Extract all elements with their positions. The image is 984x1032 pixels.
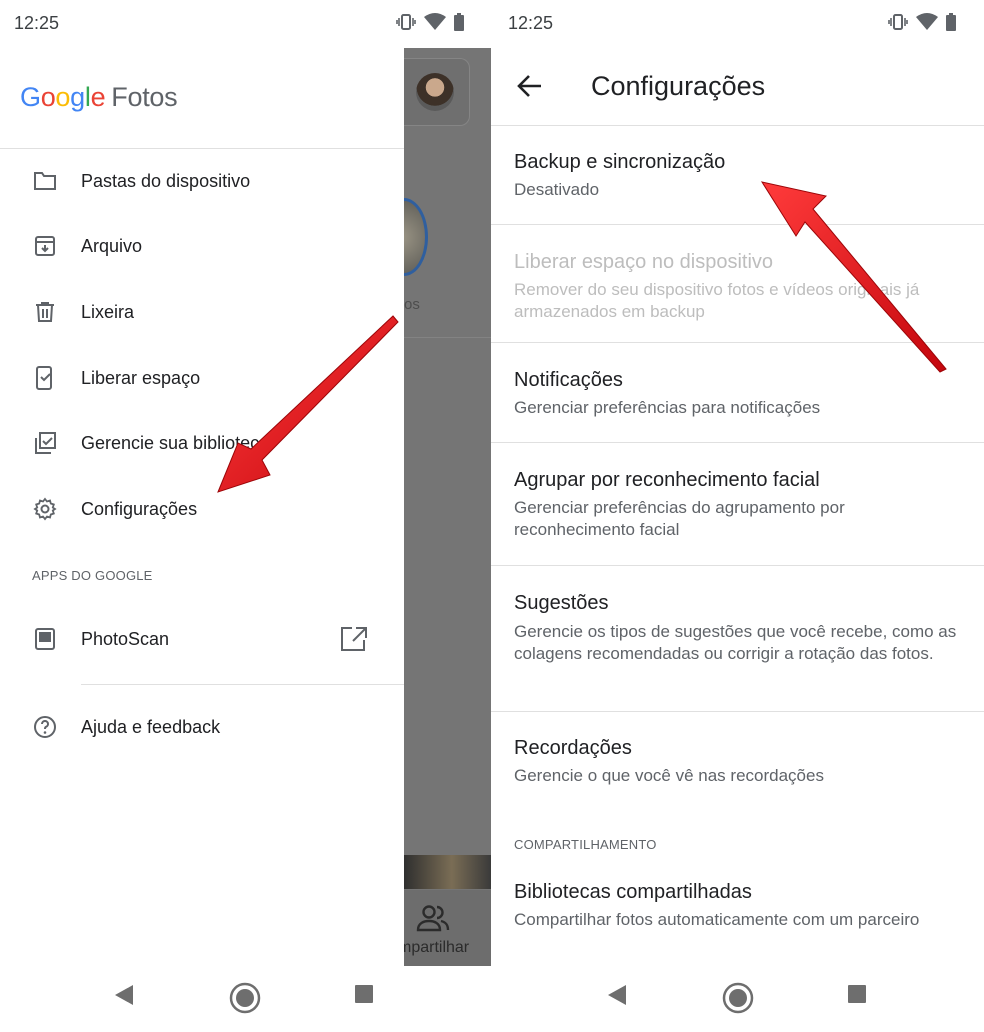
menu-item-archive[interactable]: Arquivo — [0, 220, 404, 272]
background-app-scrim[interactable]: os mpartilhar — [380, 0, 491, 1032]
navigation-drawer: Google Fotos Pastas do dispositivo Arqui… — [0, 48, 404, 966]
archive-icon — [32, 233, 58, 259]
bottom-nav-share[interactable]: mpartilhar — [398, 890, 491, 966]
setting-memories[interactable]: Recordações Gerencie o que você vê nas r… — [491, 712, 984, 812]
setting-backup-sync[interactable]: Backup e sincronização Desativado — [491, 127, 984, 225]
section-apps-google: APPS DO GOOGLE — [32, 568, 153, 583]
left-phone-screen: os mpartilhar 12:25 G o o g l e Fotos Pa… — [0, 0, 491, 1032]
system-nav-bar — [491, 966, 984, 1032]
status-icons — [888, 12, 956, 32]
drawer-divider-2 — [81, 684, 404, 685]
menu-item-settings[interactable]: Configurações — [0, 483, 404, 535]
trash-icon — [32, 299, 58, 325]
photoscan-icon — [32, 626, 58, 652]
free-space-icon — [32, 365, 58, 391]
status-time: 12:25 — [14, 13, 60, 33]
setting-face-grouping[interactable]: Agrupar por reconhecimento facial Gerenc… — [491, 443, 984, 566]
status-bar: 12:25 — [0, 0, 404, 48]
section-sharing: COMPARTILHAMENTO — [514, 837, 657, 852]
gear-icon — [32, 496, 58, 522]
nav-recents-icon[interactable] — [847, 984, 867, 1004]
people-icon — [416, 905, 450, 932]
open-external-icon — [341, 627, 367, 651]
account-button[interactable] — [404, 58, 470, 126]
nav-home-icon[interactable] — [229, 982, 261, 1014]
wifi-icon — [916, 13, 938, 30]
status-time: 12:25 — [508, 13, 554, 33]
menu-item-help[interactable]: Ajuda e feedback — [0, 701, 404, 753]
share-tab-label: mpartilhar — [398, 939, 470, 956]
setting-suggestions[interactable]: Sugestões Gerencie os tipos de sugestões… — [491, 566, 984, 712]
drawer-divider — [0, 148, 404, 149]
right-phone-screen: 12:25 Configurações Backup e sincronizaç… — [491, 0, 984, 1032]
back-arrow-icon[interactable] — [517, 74, 543, 98]
system-nav-bar — [0, 966, 491, 1032]
photo-thumbnail-strip — [404, 855, 491, 889]
status-icons — [396, 12, 464, 32]
wifi-icon — [424, 13, 446, 30]
app-bar: Configurações — [491, 48, 984, 126]
manage-library-icon — [32, 430, 58, 456]
nav-back-icon[interactable] — [607, 984, 627, 1006]
setting-free-device-space: Liberar espaço no dispositivo Remover do… — [491, 225, 984, 343]
nav-recents-icon[interactable] — [354, 984, 374, 1004]
google-fotos-logo: Google Fotos — [20, 82, 178, 112]
menu-item-manage-library[interactable]: Gerencie sua biblioteca — [0, 417, 404, 469]
menu-item-trash[interactable]: Lixeira — [0, 286, 404, 338]
folder-icon — [32, 168, 58, 194]
nav-back-icon[interactable] — [114, 984, 134, 1006]
background-label: os — [404, 296, 420, 313]
battery-icon — [454, 13, 464, 31]
vibrate-icon — [396, 14, 416, 30]
help-icon — [32, 714, 58, 740]
battery-icon — [946, 13, 956, 31]
page-title: Configurações — [591, 71, 766, 101]
vibrate-icon — [888, 14, 908, 30]
setting-shared-libraries[interactable]: Bibliotecas compartilhadas Compartilhar … — [491, 860, 984, 966]
menu-item-device-folders[interactable]: Pastas do dispositivo — [0, 155, 404, 207]
avatar — [416, 73, 454, 111]
setting-notifications[interactable]: Notificações Gerenciar preferências para… — [491, 343, 984, 443]
nav-home-icon[interactable] — [722, 982, 754, 1014]
menu-item-free-space[interactable]: Liberar espaço — [0, 352, 404, 404]
menu-item-photoscan[interactable]: PhotoScan — [0, 613, 404, 665]
